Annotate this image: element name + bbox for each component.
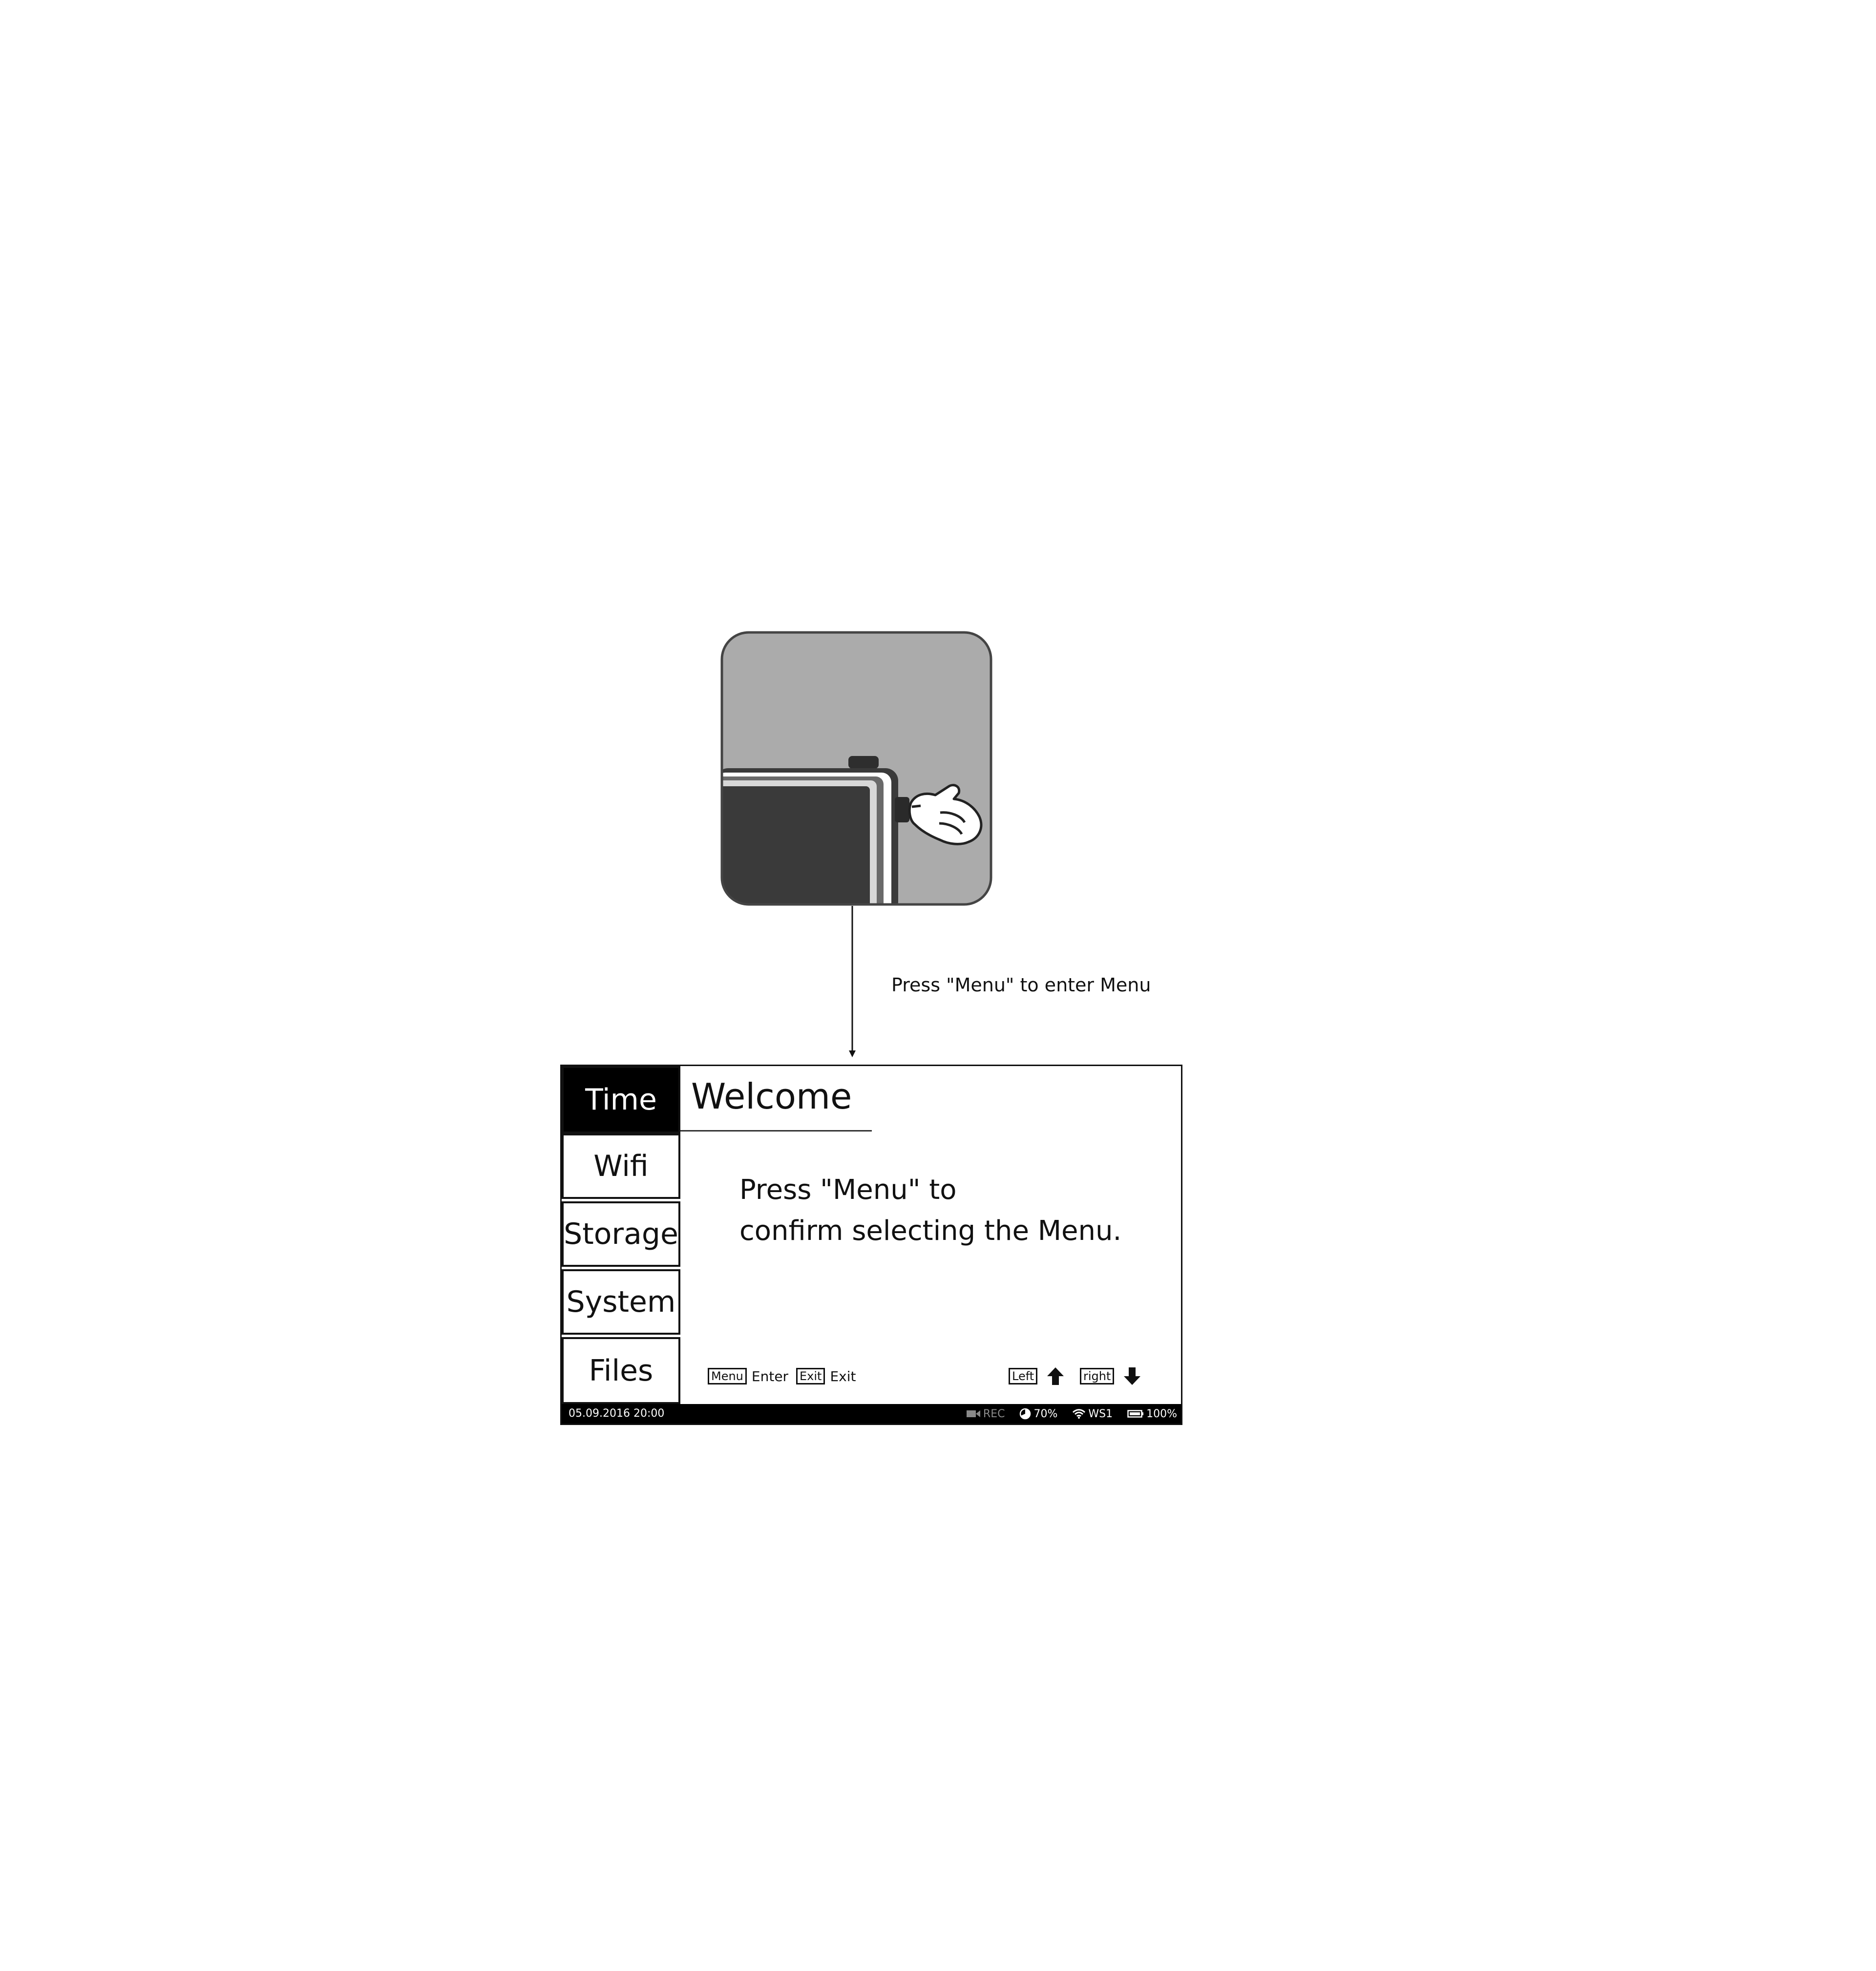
message-line-1: Press "Menu" to <box>739 1174 957 1206</box>
flow-arrow <box>847 906 857 1058</box>
key-hints: Menu Enter Exit Exit Left right <box>680 1364 1181 1388</box>
menu-item-storage[interactable]: Storage <box>562 1201 680 1267</box>
title-divider <box>680 1130 872 1132</box>
status-indicators: REC 70% WS1 100% <box>951 1404 1177 1424</box>
menu-key[interactable]: Menu <box>708 1368 747 1384</box>
menu-item-label: Time <box>585 1083 657 1117</box>
rec-label: REC <box>983 1407 1005 1420</box>
menu-item-system[interactable]: System <box>562 1269 680 1335</box>
flow-annotation: Press "Menu" to enter Menu <box>891 974 1151 996</box>
storage-value: 70% <box>1033 1407 1058 1420</box>
battery-indicator: 100% <box>1127 1408 1177 1420</box>
left-key[interactable]: Left <box>1009 1368 1038 1384</box>
arrow-up-icon <box>1046 1366 1065 1386</box>
right-key[interactable]: right <box>1080 1368 1115 1384</box>
arrow-down-icon <box>1123 1366 1141 1386</box>
hint-left: Left <box>1009 1364 1072 1388</box>
menu-item-label: Wifi <box>593 1149 649 1183</box>
menu-sidebar: Time Wifi Storage System Files <box>562 1066 680 1404</box>
storage-pie-icon <box>1019 1408 1033 1420</box>
battery-icon <box>1127 1409 1146 1418</box>
battery-level: 100% <box>1146 1407 1177 1420</box>
page-title: Welcome <box>691 1076 852 1117</box>
menu-item-label: Files <box>589 1353 653 1388</box>
rec-indicator: REC <box>966 1408 1005 1420</box>
menu-item-label: Storage <box>564 1217 678 1251</box>
hint-exit: Exit Exit <box>796 1364 856 1388</box>
menu-item-files[interactable]: Files <box>562 1337 680 1404</box>
exit-key[interactable]: Exit <box>796 1368 825 1384</box>
menu-item-label: System <box>566 1285 676 1319</box>
device-button-illustration <box>720 631 992 906</box>
menu-item-wifi[interactable]: Wifi <box>562 1133 680 1199</box>
menu-key-action: Enter <box>751 1368 789 1384</box>
status-datetime: 05.09.2016 20:00 <box>569 1407 665 1420</box>
camera-icon <box>966 1409 983 1419</box>
hint-menu: Menu Enter <box>708 1364 788 1388</box>
wifi-icon <box>1072 1408 1088 1419</box>
exit-key-action: Exit <box>830 1368 856 1384</box>
content-panel: Welcome Press "Menu" to confirm selectin… <box>680 1066 1181 1404</box>
message-line-2: confirm selecting the Menu. <box>739 1215 1122 1247</box>
storage-indicator: 70% <box>1019 1408 1057 1420</box>
hint-right: right <box>1080 1364 1148 1388</box>
status-bar: 05.09.2016 20:00 REC 70% WS1 100% <box>562 1404 1181 1424</box>
device-menu-screen: Time Wifi Storage System Files Welcome P… <box>560 1065 1182 1425</box>
welcome-message: Press "Menu" to confirm selecting the Me… <box>739 1170 1121 1252</box>
wifi-network: WS1 <box>1088 1407 1113 1420</box>
menu-item-time[interactable]: Time <box>562 1066 680 1133</box>
wifi-indicator: WS1 <box>1072 1408 1113 1420</box>
